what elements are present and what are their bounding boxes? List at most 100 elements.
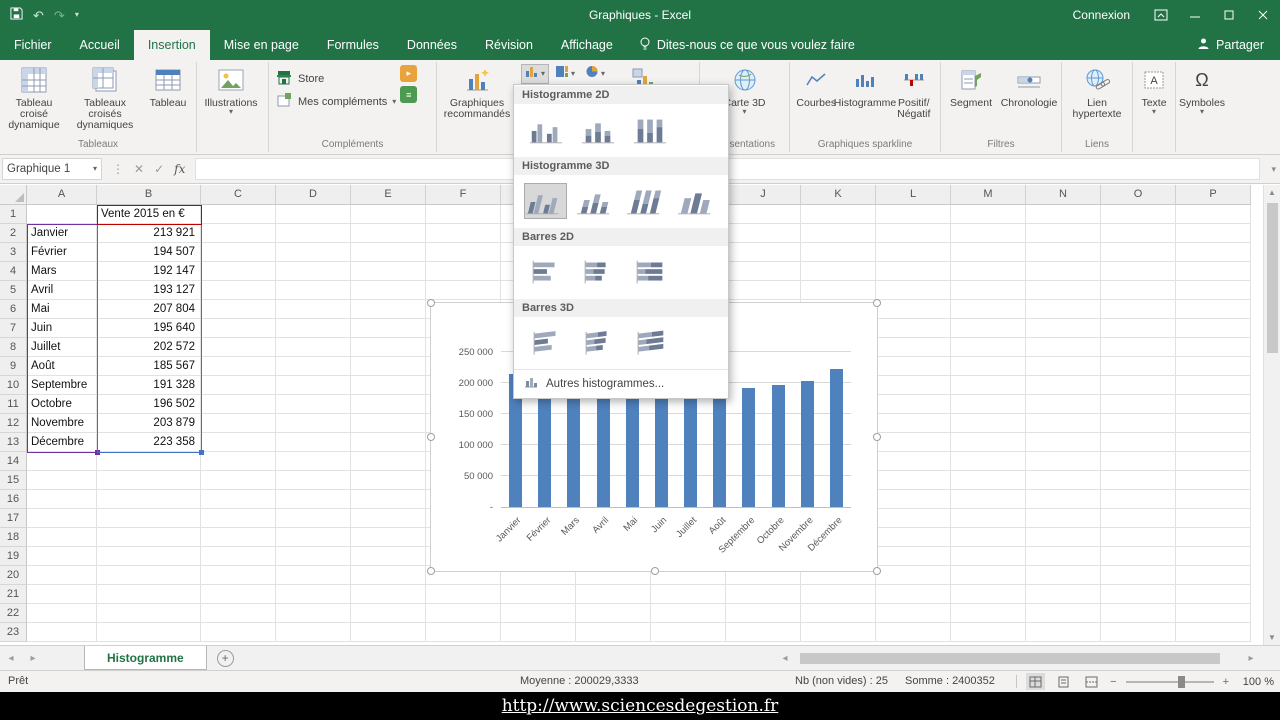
cell-P6[interactable] xyxy=(1176,300,1251,319)
column-header-K[interactable]: K xyxy=(801,185,876,205)
cell-P17[interactable] xyxy=(1176,509,1251,528)
cell-B10[interactable]: 191 328 xyxy=(97,376,201,395)
cell-P23[interactable] xyxy=(1176,623,1251,642)
cell-G23[interactable] xyxy=(501,623,576,642)
illustrations-button[interactable]: Illustrations ▾ xyxy=(199,63,263,135)
cell-D20[interactable] xyxy=(276,566,351,585)
view-normal-icon[interactable] xyxy=(1026,673,1045,690)
sparkline-winloss-button[interactable]: Positif/ Négatif xyxy=(890,63,939,135)
row-header-1[interactable]: 1 xyxy=(0,205,27,224)
sparkline-column-button[interactable]: Histogramme xyxy=(841,63,890,135)
cell-L1[interactable] xyxy=(876,205,951,224)
cell-M11[interactable] xyxy=(951,395,1026,414)
tab-revision[interactable]: Révision xyxy=(471,30,547,60)
cell-B14[interactable] xyxy=(97,452,201,471)
column-header-D[interactable]: D xyxy=(276,185,351,205)
cell-N23[interactable] xyxy=(1026,623,1101,642)
cell-O16[interactable] xyxy=(1101,490,1176,509)
cell-B22[interactable] xyxy=(97,604,201,623)
save-icon[interactable] xyxy=(10,7,23,23)
addin-app-icon-1[interactable]: ▸ xyxy=(400,65,417,82)
cell-P4[interactable] xyxy=(1176,262,1251,281)
cell-N3[interactable] xyxy=(1026,243,1101,262)
cell-D19[interactable] xyxy=(276,547,351,566)
cell-C8[interactable] xyxy=(201,338,276,357)
cell-D21[interactable] xyxy=(276,585,351,604)
cell-L10[interactable] xyxy=(876,376,951,395)
cell-N15[interactable] xyxy=(1026,471,1101,490)
column-header-A[interactable]: A xyxy=(27,185,97,205)
cell-E16[interactable] xyxy=(351,490,426,509)
cell-F23[interactable] xyxy=(426,623,501,642)
cell-M6[interactable] xyxy=(951,300,1026,319)
table-button[interactable]: Tableau xyxy=(144,63,192,135)
vertical-scroll-thumb[interactable] xyxy=(1267,203,1278,353)
cell-C9[interactable] xyxy=(201,357,276,376)
view-page-break-icon[interactable] xyxy=(1082,673,1101,690)
cell-H22[interactable] xyxy=(576,604,651,623)
cell-P9[interactable] xyxy=(1176,357,1251,376)
cell-A15[interactable] xyxy=(27,471,97,490)
barres-2d-empilees-100-button[interactable] xyxy=(628,254,672,290)
cell-M22[interactable] xyxy=(951,604,1026,623)
hscroll-right-icon[interactable]: ▸ xyxy=(1240,653,1262,664)
column-header-P[interactable]: P xyxy=(1176,185,1251,205)
horizontal-scroll-thumb[interactable] xyxy=(800,653,1220,664)
cell-L2[interactable] xyxy=(876,224,951,243)
cell-L21[interactable] xyxy=(876,585,951,604)
cell-B21[interactable] xyxy=(97,585,201,604)
bar-Décembre[interactable] xyxy=(830,369,843,508)
ribbon-display-options-icon[interactable] xyxy=(1144,0,1178,30)
cell-M19[interactable] xyxy=(951,547,1026,566)
column-header-M[interactable]: M xyxy=(951,185,1026,205)
cell-C20[interactable] xyxy=(201,566,276,585)
cell-O19[interactable] xyxy=(1101,547,1176,566)
cell-P16[interactable] xyxy=(1176,490,1251,509)
cell-P20[interactable] xyxy=(1176,566,1251,585)
histogramme-3d-button[interactable] xyxy=(676,183,719,219)
cell-P22[interactable] xyxy=(1176,604,1251,623)
cell-M20[interactable] xyxy=(951,566,1026,585)
cell-P5[interactable] xyxy=(1176,281,1251,300)
cell-E21[interactable] xyxy=(351,585,426,604)
cell-E14[interactable] xyxy=(351,452,426,471)
name-box[interactable]: Graphique 1 ▾ xyxy=(2,158,102,180)
cell-M4[interactable] xyxy=(951,262,1026,281)
cell-A9[interactable]: Août xyxy=(27,357,97,376)
cell-D9[interactable] xyxy=(276,357,351,376)
cell-N19[interactable] xyxy=(1026,547,1101,566)
cell-P12[interactable] xyxy=(1176,414,1251,433)
cell-C4[interactable] xyxy=(201,262,276,281)
cell-H21[interactable] xyxy=(576,585,651,604)
cell-N13[interactable] xyxy=(1026,433,1101,452)
cell-O15[interactable] xyxy=(1101,471,1176,490)
histogramme-3d-groupe-button[interactable] xyxy=(524,183,567,219)
cell-B19[interactable] xyxy=(97,547,201,566)
cell-P14[interactable] xyxy=(1176,452,1251,471)
cell-J4[interactable] xyxy=(726,262,801,281)
cell-L12[interactable] xyxy=(876,414,951,433)
cell-F5[interactable] xyxy=(426,281,501,300)
expand-formula-bar-icon[interactable]: ▾ xyxy=(1271,164,1276,175)
cell-C2[interactable] xyxy=(201,224,276,243)
cell-F1[interactable] xyxy=(426,205,501,224)
cell-L19[interactable] xyxy=(876,547,951,566)
cell-E10[interactable] xyxy=(351,376,426,395)
cell-M23[interactable] xyxy=(951,623,1026,642)
cell-P8[interactable] xyxy=(1176,338,1251,357)
cell-O8[interactable] xyxy=(1101,338,1176,357)
cell-L5[interactable] xyxy=(876,281,951,300)
cell-C16[interactable] xyxy=(201,490,276,509)
cell-A18[interactable] xyxy=(27,528,97,547)
cell-J5[interactable] xyxy=(726,281,801,300)
tab-affichage[interactable]: Affichage xyxy=(547,30,627,60)
cell-E19[interactable] xyxy=(351,547,426,566)
cell-B7[interactable]: 195 640 xyxy=(97,319,201,338)
row-header-13[interactable]: 13 xyxy=(0,433,27,452)
row-header-21[interactable]: 21 xyxy=(0,585,27,604)
cell-N6[interactable] xyxy=(1026,300,1101,319)
cell-K3[interactable] xyxy=(801,243,876,262)
select-all-button[interactable] xyxy=(0,185,27,205)
cell-C10[interactable] xyxy=(201,376,276,395)
cell-G22[interactable] xyxy=(501,604,576,623)
